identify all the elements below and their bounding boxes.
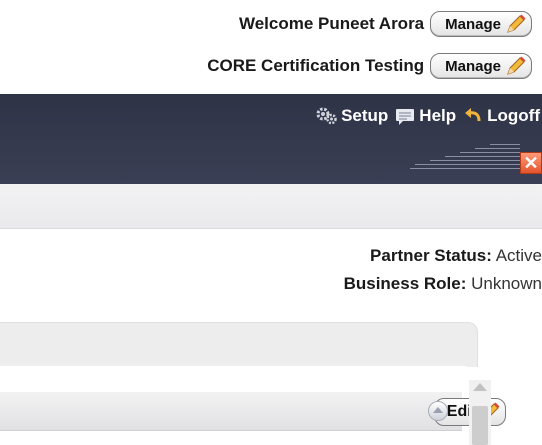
logoff-label: Logoff (487, 106, 540, 125)
close-icon[interactable]: ✕ (520, 152, 542, 174)
gear-icon (316, 107, 337, 125)
business-role-label: Business Role: (343, 274, 467, 293)
pencil-icon (507, 14, 526, 33)
welcome-text: Welcome Puneet Arora (238, 14, 425, 33)
scroll-thumb[interactable] (472, 406, 488, 445)
business-role-value: Unknown (471, 274, 542, 293)
sub-header-band (0, 184, 542, 229)
business-role: Business Role: Unknown (344, 274, 542, 294)
manage-user-button[interactable]: Manage (430, 11, 532, 37)
welcome-row: Welcome Puneet Arora Manage (239, 10, 532, 38)
help-label: Help (419, 106, 457, 125)
org-row: CORE Certification Testing Manage (207, 52, 532, 80)
manage-org-button[interactable]: Manage (430, 53, 532, 79)
partner-status: Partner Status: Active (370, 246, 542, 266)
help-link[interactable]: Help (394, 106, 456, 126)
manage-label: Manage (445, 15, 501, 33)
org-name: CORE Certification Testing (207, 56, 425, 75)
help-icon (396, 109, 415, 125)
partner-status-value: Active (495, 246, 542, 265)
nav-links: Setup Help Logoff (316, 106, 540, 126)
partner-status-label: Partner Status: (370, 246, 492, 265)
manage-label: Manage (445, 57, 501, 75)
tab-panel (0, 322, 478, 367)
logoff-icon (465, 108, 481, 122)
pencil-icon (507, 56, 526, 75)
decorative-stripes (410, 142, 520, 172)
section-header (0, 392, 462, 431)
collapse-icon[interactable] (428, 401, 448, 421)
setup-link[interactable]: Setup (316, 106, 388, 126)
scroll-up-arrow[interactable] (473, 383, 487, 391)
logoff-link[interactable]: Logoff (462, 106, 540, 126)
vertical-scrollbar[interactable] (469, 380, 491, 445)
setup-label: Setup (341, 106, 389, 125)
